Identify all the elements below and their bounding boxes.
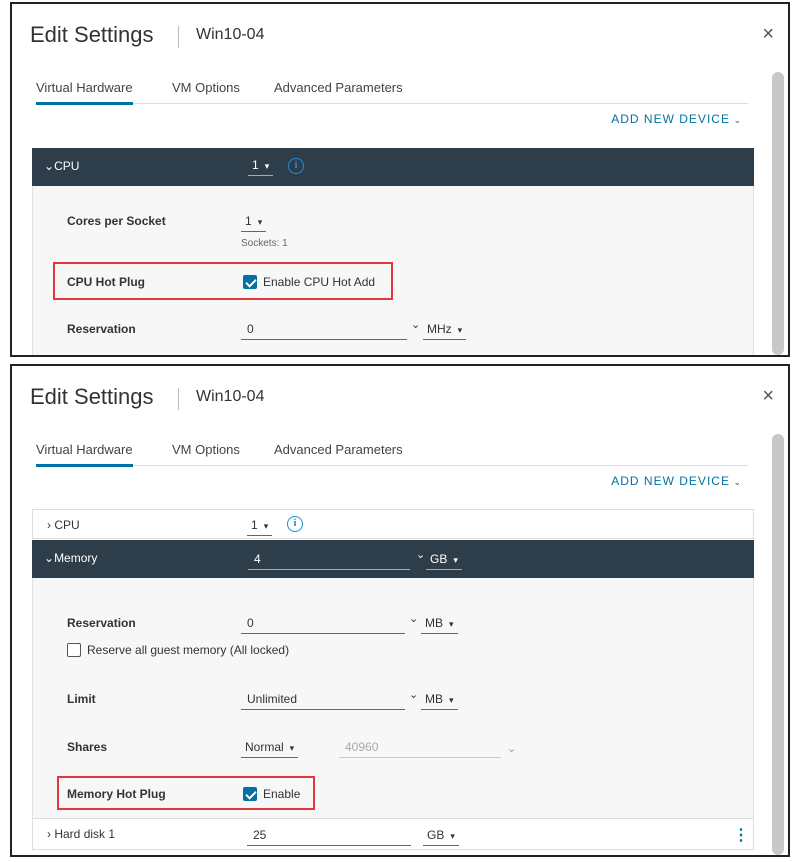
chevron-down-icon: ▾ (257, 217, 263, 227)
close-icon[interactable]: × (762, 386, 774, 406)
chevron-down-icon: ▾ (453, 555, 458, 565)
chevron-down-icon: ⌄ (729, 115, 742, 125)
enable-memory-hot-plug-label[interactable]: Enable (263, 787, 300, 801)
tab-advanced-parameters[interactable]: Advanced Parameters (274, 442, 403, 464)
shares-level-select[interactable]: Normal ▾ (241, 740, 299, 758)
chevron-down-icon: ⌄ (44, 551, 55, 565)
memory-size-input[interactable]: 4 (248, 552, 410, 570)
tab-advanced-parameters[interactable]: Advanced Parameters (274, 80, 403, 102)
chevron-down-icon: ⌄ (44, 159, 55, 173)
enable-cpu-hot-add-checkbox[interactable] (243, 275, 257, 289)
cpu-section-body: Cores per Socket 1 ▾ Sockets: 1 CPU Hot P… (32, 186, 754, 355)
add-new-device-label: ADD NEW DEVICE (611, 112, 730, 126)
edit-settings-panel-memory: Edit Settings Win10-04 × Virtual Hardwar… (10, 364, 790, 857)
memory-label-text: Memory (54, 551, 98, 565)
cpu-section-label: ⌄CPU (44, 159, 79, 173)
hard-disk-section-label: › Hard disk 1 (47, 827, 115, 841)
info-icon[interactable]: i (287, 516, 303, 532)
hard-disk-section-header[interactable]: › Hard disk 1 25 GB ▾ ⋮ (32, 818, 754, 850)
hard-disk-size-input[interactable]: 25 (247, 828, 411, 846)
memory-section-header[interactable]: ⌄Memory 4 ⌄ GB ▾ (32, 540, 754, 578)
sockets-note: Sockets: 1 (241, 238, 288, 249)
chevron-down-icon[interactable]: ⌄ (411, 318, 420, 331)
memory-hot-plug-label: Memory Hot Plug (67, 787, 166, 801)
title-divider (178, 388, 179, 410)
memory-unit-select[interactable]: GB ▾ (426, 552, 462, 570)
tab-vm-options[interactable]: VM Options (172, 80, 240, 102)
title-divider (178, 26, 179, 48)
dialog-title: Edit Settings (30, 22, 154, 47)
chevron-down-icon: ⌄ (729, 477, 742, 487)
cpu-hot-plug-label: CPU Hot Plug (67, 275, 145, 289)
dialog-title: Edit Settings (30, 384, 154, 409)
chevron-down-icon: ▾ (449, 695, 454, 705)
chevron-down-icon: ▾ (457, 325, 463, 335)
shares-level-value: Normal (245, 740, 284, 754)
cores-per-socket-select[interactable]: 1 ▾ (241, 214, 267, 232)
memory-reservation-unit-select[interactable]: MB ▾ (421, 616, 458, 634)
hard-disk-unit-select[interactable]: GB ▾ (423, 828, 459, 846)
edit-settings-panel-cpu: Edit Settings Win10-04 × Virtual Hardwar… (10, 2, 790, 357)
memory-unit: GB (430, 552, 448, 566)
memory-section-label: ⌄Memory (44, 551, 97, 565)
cpu-reservation-unit: MHz (427, 322, 452, 336)
chevron-down-icon: ▾ (450, 831, 455, 841)
add-new-device-label: ADD NEW DEVICE (611, 474, 730, 488)
memory-reservation-input[interactable]: 0 (241, 616, 405, 634)
tab-virtual-hardware[interactable]: Virtual Hardware (36, 442, 133, 467)
cores-per-socket-value: 1 (245, 214, 252, 228)
chevron-down-icon: ▾ (264, 161, 270, 171)
chevron-right-icon: › (47, 827, 51, 841)
cpu-count-value: 1 (251, 518, 258, 532)
cpu-reservation-unit-select[interactable]: MHz ▾ (423, 322, 467, 340)
tab-vm-options[interactable]: VM Options (172, 442, 240, 464)
reserve-all-memory-label[interactable]: Reserve all guest memory (All locked) (87, 643, 289, 657)
cpu-count-select[interactable]: 1 ▾ (247, 518, 273, 536)
reservation-label: Reservation (67, 616, 136, 630)
cpu-count-value: 1 (252, 158, 259, 172)
shares-value-input: 40960 (339, 740, 501, 758)
cpu-reservation-input[interactable]: 0 (241, 322, 407, 340)
tab-bar: Virtual Hardware VM Options Advanced Par… (36, 438, 748, 467)
vm-name: Win10-04 (196, 388, 265, 405)
reserve-all-memory-checkbox[interactable] (67, 643, 81, 657)
hard-disk-unit: GB (427, 828, 445, 842)
add-new-device-button[interactable]: ADD NEW DEVICE ⌄ (611, 112, 742, 126)
chevron-down-icon: ⌄ (507, 743, 517, 755)
memory-limit-unit-select[interactable]: MB ▾ (421, 692, 458, 710)
scrollbar[interactable] (772, 72, 784, 355)
more-actions-icon[interactable]: ⋮ (733, 825, 749, 845)
cpu-label-text: CPU (54, 518, 80, 532)
cpu-section-header[interactable]: ⌄CPU 1 ▾ i (32, 148, 754, 186)
reservation-label: Reservation (67, 322, 136, 336)
memory-section-body: Reservation 0 ⌄ MB ▾ Reserve all guest me… (32, 578, 754, 818)
add-new-device-button[interactable]: ADD NEW DEVICE ⌄ (611, 474, 742, 488)
tab-bar: Virtual Hardware VM Options Advanced Par… (36, 76, 748, 105)
enable-cpu-hot-add-label[interactable]: Enable CPU Hot Add (263, 275, 375, 289)
cpu-count-select[interactable]: 1 ▾ (248, 158, 274, 176)
scrollbar[interactable] (772, 434, 784, 855)
vm-name: Win10-04 (196, 26, 265, 43)
tab-virtual-hardware[interactable]: Virtual Hardware (36, 80, 133, 105)
chevron-right-icon: › (47, 518, 51, 532)
chevron-down-icon[interactable]: ⌄ (409, 612, 418, 625)
hard-disk-label-text: Hard disk 1 (54, 827, 116, 841)
cpu-section-header[interactable]: › CPU 1 ▾ i (32, 509, 754, 539)
memory-limit-unit: MB (425, 692, 443, 706)
limit-label: Limit (67, 692, 96, 706)
chevron-down-icon: ▾ (449, 619, 454, 629)
close-icon[interactable]: × (762, 24, 774, 44)
chevron-down-icon[interactable]: ⌄ (416, 548, 425, 561)
memory-limit-input[interactable]: Unlimited (241, 692, 405, 710)
chevron-down-icon: ▾ (263, 521, 269, 531)
shares-label: Shares (67, 740, 108, 754)
memory-reservation-unit: MB (425, 616, 443, 630)
chevron-down-icon[interactable]: ⌄ (409, 688, 418, 701)
cores-per-socket-label: Cores per Socket (67, 214, 166, 228)
cpu-label-text: CPU (54, 159, 80, 173)
enable-memory-hot-plug-checkbox[interactable] (243, 787, 257, 801)
cpu-section-label: › CPU (47, 518, 80, 532)
info-icon[interactable]: i (288, 158, 304, 174)
chevron-down-icon: ▾ (289, 743, 295, 753)
